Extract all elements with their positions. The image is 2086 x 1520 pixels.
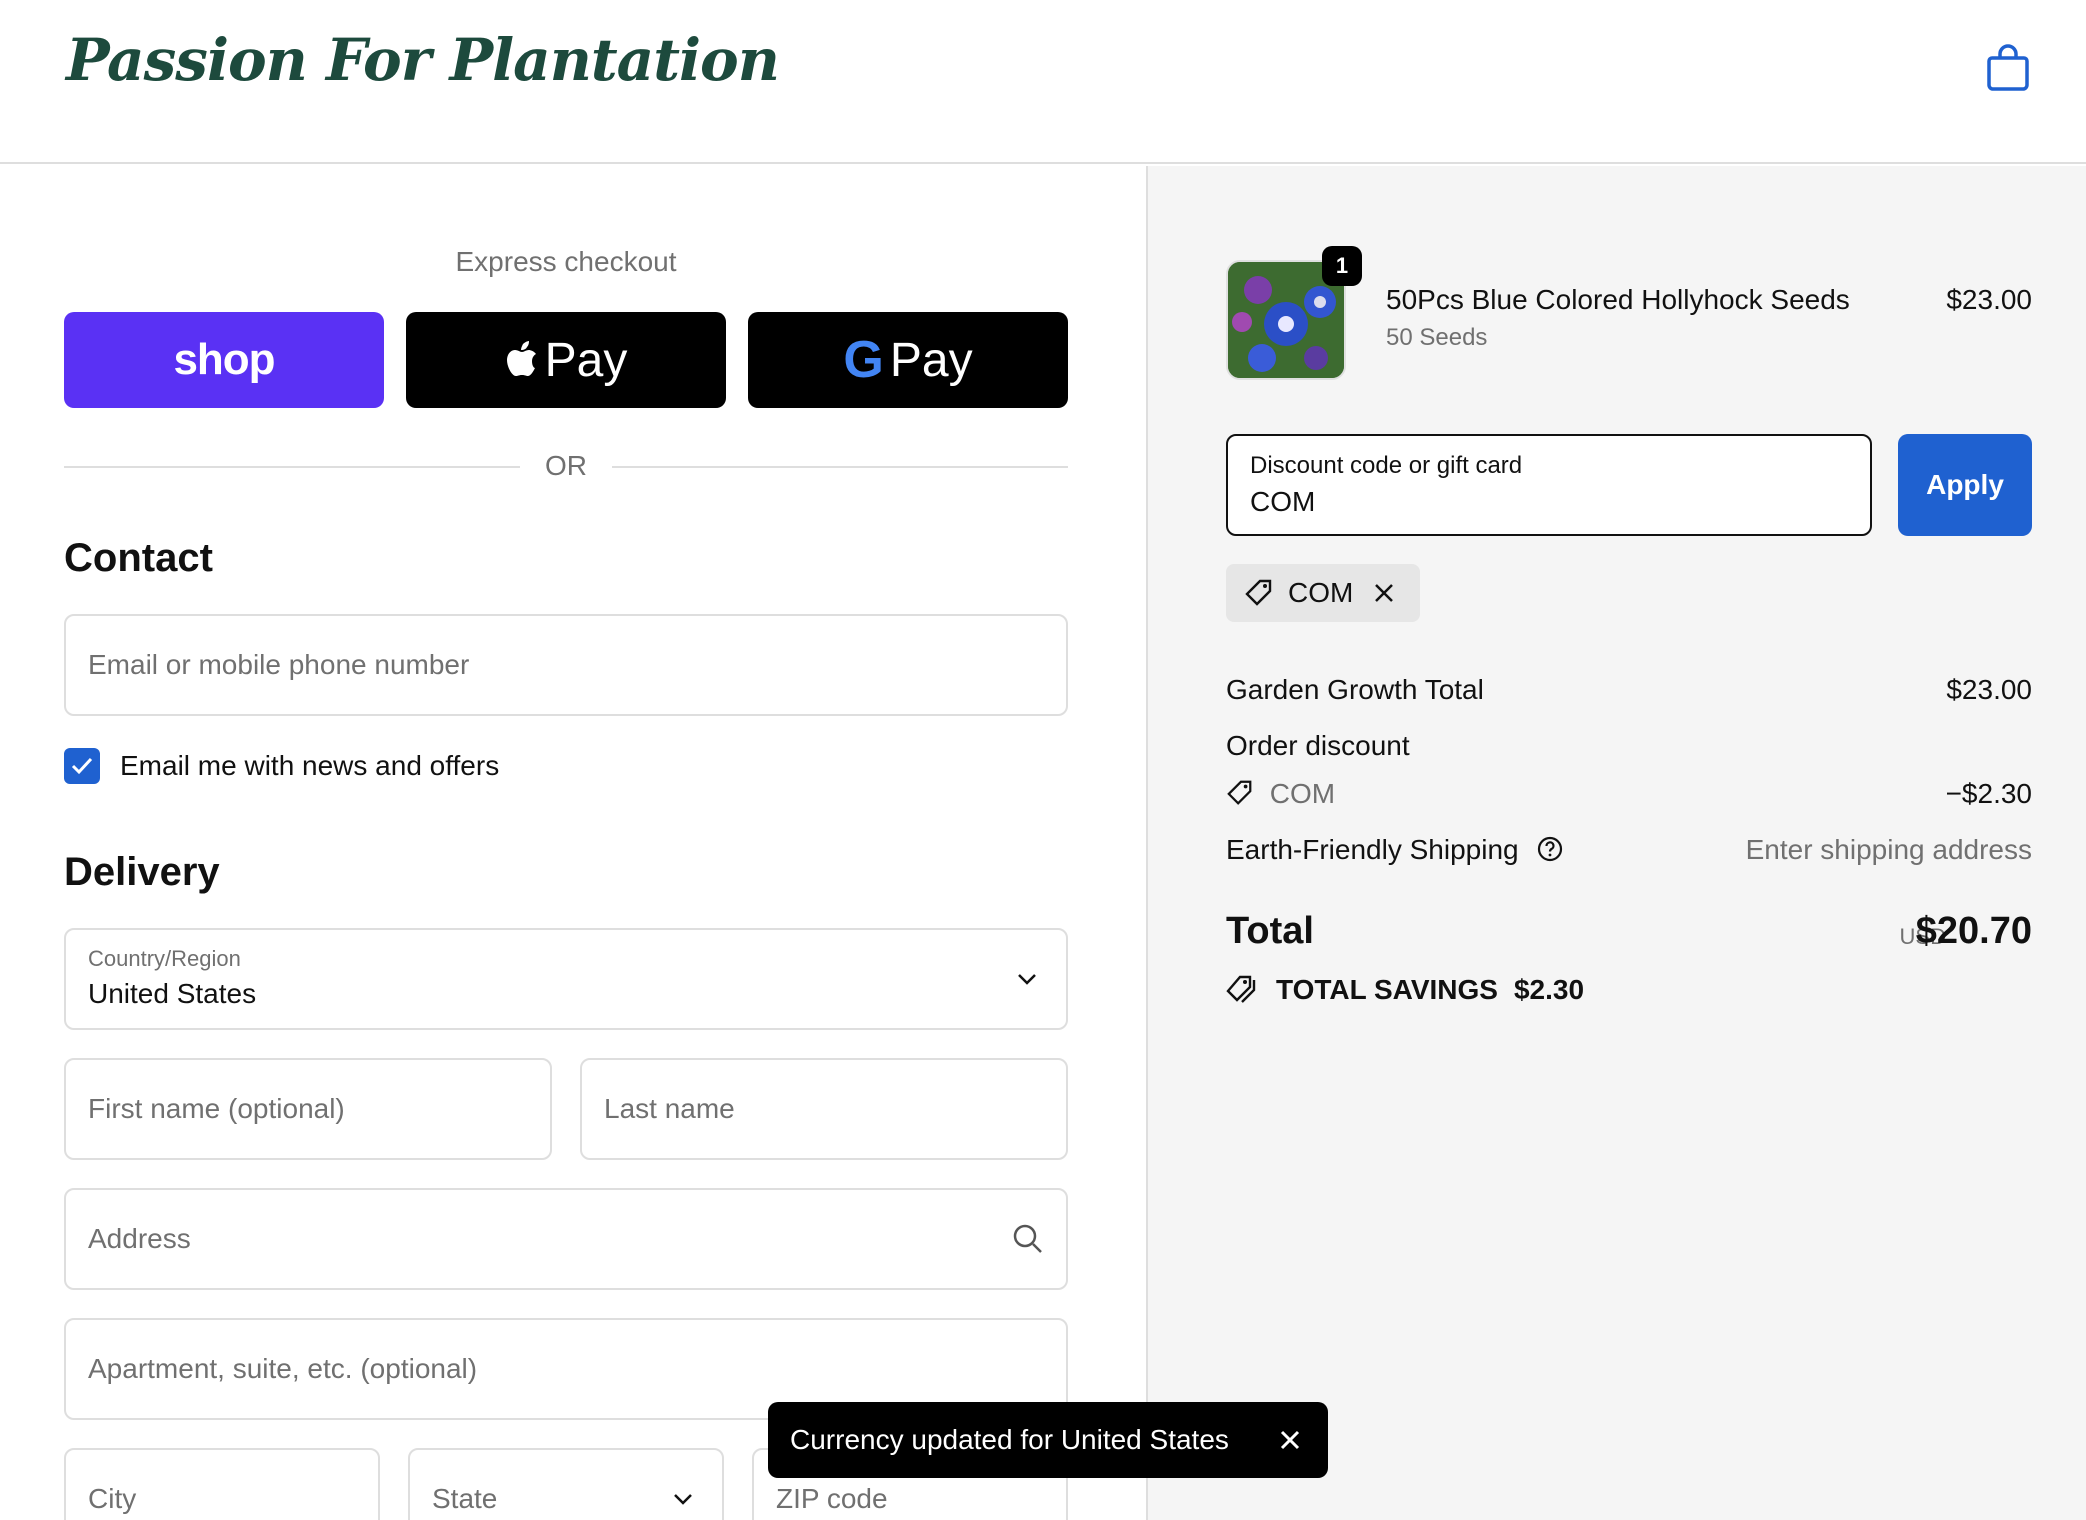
site-header: Passion For Plantation — [0, 0, 2086, 164]
product-title: 50Pcs Blue Colored Hollyhock Seeds — [1386, 284, 1850, 315]
google-g-icon: G — [843, 331, 884, 389]
newsletter-label: Email me with news and offers — [120, 750, 500, 781]
last-name-placeholder: Last name — [604, 1093, 735, 1124]
subtotal-row: Garden Growth Total $23.00 — [1226, 674, 2032, 706]
remove-discount-close-icon[interactable] — [1373, 582, 1395, 604]
total-label: Total — [1226, 910, 1314, 952]
email-placeholder: Email or mobile phone number — [88, 649, 470, 680]
subtotal-value: $23.00 — [1946, 674, 2032, 705]
chevron-down-icon — [674, 1494, 692, 1505]
apply-button[interactable]: Apply — [1898, 434, 2032, 536]
or-label: OR — [545, 450, 587, 481]
discount-label: Discount code or gift card — [1250, 452, 1523, 479]
order-discount-label: Order discount — [1226, 730, 1410, 761]
order-discount-row: Order discount — [1226, 730, 2032, 762]
country-value: United States — [88, 978, 257, 1009]
tags-icon — [1226, 975, 1256, 1003]
store-logo[interactable]: Passion For Plantation — [66, 26, 780, 94]
apple-icon — [506, 341, 536, 376]
total-savings: TOTAL SAVINGS $2.30 — [1226, 974, 1584, 1006]
shipping-label: Earth-Friendly Shipping — [1226, 834, 1519, 865]
city-placeholder: City — [88, 1483, 137, 1514]
country-label: Country/Region — [88, 946, 241, 971]
apartment-placeholder: Apartment, suite, etc. (optional) — [88, 1353, 478, 1384]
order-summary: 1 50Pcs Blue Colored Hollyhock Seeds 50 … — [1146, 166, 2086, 1520]
last-name-field[interactable]: Last name — [580, 1058, 1068, 1160]
or-divider: OR — [64, 446, 1068, 486]
tag-icon — [1227, 780, 1252, 805]
first-name-field[interactable]: First name (optional) — [64, 1058, 552, 1160]
checkout-form: Express checkout shop Pay G Pay OR Conta… — [0, 166, 1146, 1520]
discount-value: COM — [1250, 486, 1316, 517]
order-discount-code: COM — [1269, 778, 1336, 809]
product-variant: 50 Seeds — [1386, 324, 1488, 351]
subtotal-label: Garden Growth Total — [1226, 674, 1484, 705]
zip-placeholder: ZIP code — [776, 1483, 888, 1514]
shipping-row: Earth-Friendly Shipping Enter shipping a… — [1226, 834, 2032, 866]
total-value: $20.70 — [1915, 910, 2032, 952]
order-discount-value: −$2.30 — [1945, 778, 2032, 809]
google-pay-button[interactable]: G Pay — [748, 312, 1068, 408]
delivery-heading: Delivery — [64, 850, 220, 894]
savings-label: TOTAL SAVINGS — [1276, 974, 1498, 1005]
quantity-badge: 1 — [1322, 246, 1362, 286]
product-price: $23.00 — [1946, 284, 2032, 315]
savings-value: $2.30 — [1513, 974, 1585, 1005]
close-icon[interactable] — [1274, 1424, 1306, 1456]
google-pay-label: Pay — [889, 333, 973, 387]
country-select[interactable]: Country/Region United States — [64, 928, 1068, 1030]
address-field[interactable]: Address — [64, 1188, 1068, 1290]
shipping-value: Enter shipping address — [1745, 834, 2032, 865]
applied-code: COM — [1288, 577, 1354, 608]
toast-message: Currency updated for United States — [790, 1424, 1229, 1455]
shop-pay-label: shop — [173, 335, 275, 384]
discount-code-field[interactable]: Discount code or gift card COM — [1226, 434, 1872, 536]
shopping-bag-icon[interactable] — [1986, 44, 2030, 92]
first-name-placeholder: First name (optional) — [88, 1093, 345, 1124]
city-field[interactable]: City — [64, 1448, 380, 1520]
express-checkout-title: Express checkout — [455, 246, 677, 277]
state-select[interactable]: State — [408, 1448, 724, 1520]
newsletter-checkbox[interactable]: Email me with news and offers — [64, 746, 499, 786]
tag-icon — [1245, 579, 1272, 606]
help-icon[interactable] — [1536, 835, 1564, 863]
order-discount-code-row: COM −$2.30 — [1226, 778, 2032, 810]
state-placeholder: State — [432, 1483, 498, 1514]
applied-discount-chip: COM — [1226, 564, 1420, 622]
apple-pay-button[interactable]: Pay — [406, 312, 726, 408]
currency-toast: Currency updated for United States — [768, 1402, 1328, 1478]
address-placeholder: Address — [88, 1223, 191, 1254]
search-icon — [1013, 1224, 1042, 1253]
email-field[interactable]: Email or mobile phone number — [64, 614, 1068, 716]
chevron-down-icon — [1018, 974, 1036, 985]
contact-heading: Contact — [64, 536, 213, 580]
apple-pay-label: Pay — [544, 333, 628, 387]
checkbox-checked-icon[interactable] — [64, 748, 100, 784]
shop-pay-button[interactable]: shop — [64, 312, 384, 408]
